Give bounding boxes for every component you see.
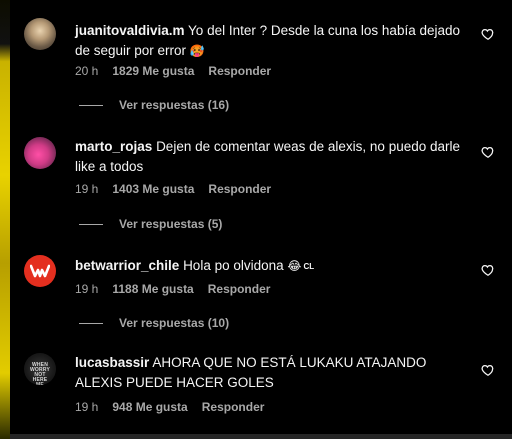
reply-button[interactable]: Responder: [208, 282, 271, 296]
comment-text-block: marto_rojas Dejen de comentar weas de al…: [75, 137, 470, 177]
replies-divider: [79, 323, 103, 325]
avatar-logo-text: WHEN WORRY NOT HERE ME: [30, 362, 50, 386]
comment-text-block: juanitovaldivia.m Yo del Inter ? Desde l…: [75, 21, 470, 61]
view-replies-button[interactable]: Ver respuestas (16): [79, 98, 229, 112]
avatar[interactable]: [24, 18, 56, 50]
comment-meta: 19 h 948 Me gusta Responder: [75, 400, 264, 414]
comment-username[interactable]: juanitovaldivia.m: [75, 23, 185, 38]
comment-meta: 20 h 1829 Me gusta Responder: [75, 64, 271, 78]
comment-time: 20 h: [75, 64, 99, 78]
comment-text-block: lucasbassir AHORA QUE NO ESTÁ LUKAKU ATA…: [75, 353, 470, 393]
heart-outline-icon[interactable]: [481, 27, 495, 41]
comment-username[interactable]: lucasbassir: [75, 355, 149, 370]
comment-username[interactable]: betwarrior_chile: [75, 258, 179, 273]
heart-outline-icon[interactable]: [481, 263, 495, 277]
reply-button[interactable]: Responder: [208, 64, 271, 78]
heart-outline-icon[interactable]: [481, 145, 495, 159]
view-replies-button[interactable]: Ver respuestas (10): [79, 316, 229, 330]
comment-time: 19 h: [75, 182, 99, 196]
flag-chile-icon: CL: [303, 262, 315, 271]
replies-divider: [79, 105, 103, 107]
view-replies-button[interactable]: Ver respuestas (5): [79, 217, 222, 231]
reply-button[interactable]: Responder: [208, 182, 271, 196]
comment-time: 19 h: [75, 400, 99, 414]
comment-likes[interactable]: 1188 Me gusta: [112, 282, 193, 296]
replies-divider: [79, 224, 103, 226]
comment-meta: 19 h 1188 Me gusta Responder: [75, 282, 270, 296]
avatar[interactable]: [24, 255, 56, 287]
comment-text: Hola po olvidona: [183, 258, 284, 273]
bottom-divider: [10, 434, 512, 439]
comment-likes[interactable]: 1829 Me gusta: [112, 64, 194, 78]
comment-username[interactable]: marto_rojas: [75, 139, 152, 154]
view-replies-label: Ver respuestas (10): [119, 316, 230, 330]
laughing-emoji: 😂: [287, 259, 302, 273]
avatar[interactable]: [24, 137, 56, 169]
comment-text-block: betwarrior_chile Hola po olvidona 😂 CL: [75, 256, 470, 277]
background-image-edge: [0, 0, 10, 439]
comment-likes[interactable]: 948 Me gusta: [112, 400, 187, 414]
reply-button[interactable]: Responder: [202, 400, 265, 414]
comment-meta: 19 h 1403 Me gusta Responder: [75, 182, 271, 196]
view-replies-label: Ver respuestas (16): [119, 98, 230, 112]
comment-likes[interactable]: 1403 Me gusta: [112, 182, 194, 196]
betwarrior-logo-icon: [30, 264, 50, 278]
avatar[interactable]: WHEN WORRY NOT HERE ME: [24, 353, 56, 385]
comment-time: 19 h: [75, 282, 99, 296]
heart-outline-icon[interactable]: [481, 363, 495, 377]
view-replies-label: Ver respuestas (5): [119, 217, 223, 231]
hot-face-emoji: 🥵: [189, 44, 205, 58]
